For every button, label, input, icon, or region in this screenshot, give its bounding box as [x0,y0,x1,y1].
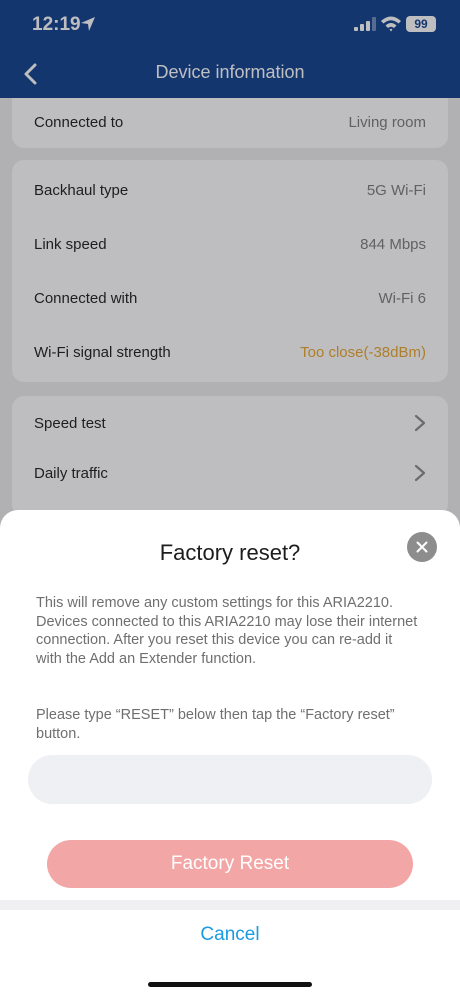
reset-confirm-input[interactable] [28,755,432,804]
factory-reset-sheet: Factory reset? This will remove any cust… [0,510,460,996]
close-icon [416,541,428,553]
close-button[interactable] [407,532,437,562]
home-indicator [148,982,312,987]
dialog-description: This will remove any custom settings for… [36,595,418,667]
divider [0,900,460,910]
cancel-button[interactable]: Cancel [0,910,460,960]
factory-reset-button[interactable]: Factory Reset [47,840,413,888]
dialog-title: Factory reset? [159,540,301,565]
dialog-instruction: Please type “RESET” below then tap the “… [36,707,395,742]
